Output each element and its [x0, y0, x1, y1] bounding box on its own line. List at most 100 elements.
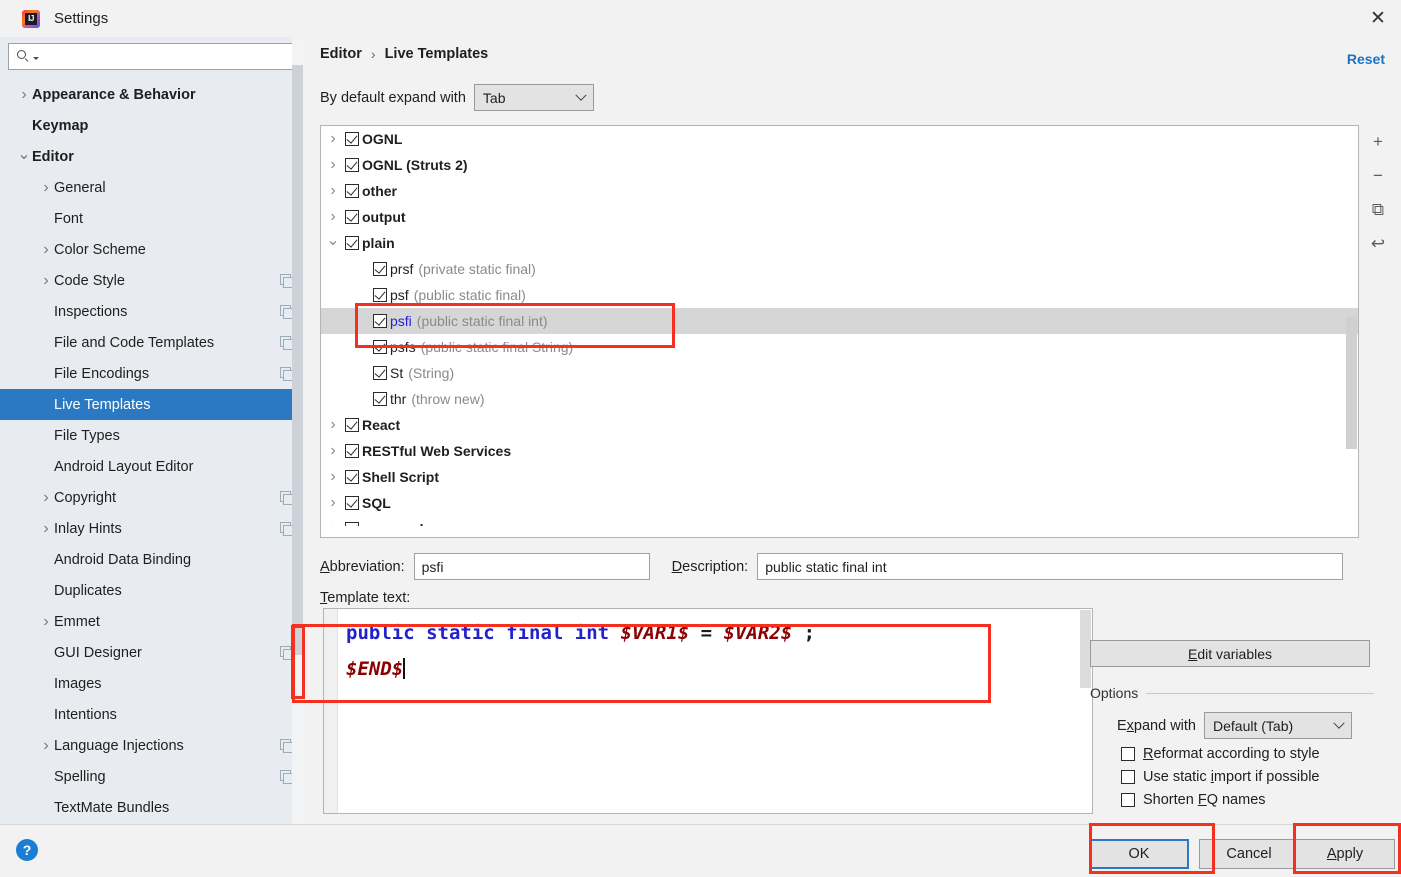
chevron-right-icon[interactable]: ›	[321, 130, 345, 148]
chevron-right-icon[interactable]: ›	[38, 613, 54, 631]
tree-checkbox[interactable]	[373, 314, 387, 328]
tree-checkbox[interactable]	[345, 496, 359, 510]
tree-checkbox[interactable]	[345, 470, 359, 484]
chevron-right-icon[interactable]: ›	[38, 272, 54, 290]
tree-row[interactable]: › Shell Script	[321, 464, 1358, 490]
tree-row[interactable]: St (String)	[321, 360, 1358, 386]
ok-button[interactable]: OK	[1089, 839, 1189, 869]
tree-row[interactable]: › output	[321, 204, 1358, 230]
sidebar-item-images[interactable]: Images	[0, 668, 303, 699]
sidebar-scrollbar-thumb[interactable]	[292, 65, 303, 655]
chevron-right-icon[interactable]: ›	[16, 86, 32, 104]
tree-row[interactable]: › OGNL	[321, 126, 1358, 152]
cancel-button[interactable]: Cancel	[1199, 839, 1299, 869]
sidebar-item-color-scheme[interactable]: › Color Scheme	[0, 234, 303, 265]
edit-variables-button[interactable]: Edit variables	[1090, 640, 1370, 667]
sidebar-item-spelling[interactable]: Spelling	[0, 761, 303, 792]
sidebar-item-inspections[interactable]: Inspections	[0, 296, 303, 327]
tree-row[interactable]: › OGNL (Struts 2)	[321, 152, 1358, 178]
option-checkbox[interactable]	[1121, 770, 1135, 784]
chevron-right-icon[interactable]: ›	[321, 416, 345, 434]
tree-row[interactable]: psfi (public static final int)	[321, 308, 1358, 334]
tree-checkbox[interactable]	[345, 158, 359, 172]
chevron-right-icon[interactable]: ›	[321, 156, 345, 174]
sidebar-item-appearance-behavior[interactable]: › Appearance & Behavior	[0, 79, 303, 110]
tree-row[interactable]: thr (throw new)	[321, 386, 1358, 412]
sidebar-item-file-encodings[interactable]: File Encodings	[0, 358, 303, 389]
restore-defaults-button[interactable]: ↩	[1363, 227, 1393, 261]
tree-row[interactable]: psfs (public static final String)	[321, 334, 1358, 360]
sidebar-item-file-types[interactable]: File Types	[0, 420, 303, 451]
tree-checkbox[interactable]	[373, 262, 387, 276]
tree-checkbox[interactable]	[373, 288, 387, 302]
sidebar-item-editor[interactable]: ⌄ Editor	[0, 141, 303, 172]
abbreviation-input[interactable]: psfi	[413, 553, 650, 580]
option-checkbox-row[interactable]: Reformat according to style	[1090, 746, 1374, 762]
sidebar-item-font[interactable]: Font	[0, 203, 303, 234]
tree-row[interactable]: › SQL	[321, 490, 1358, 516]
sidebar-item-android-data-binding[interactable]: Android Data Binding	[0, 544, 303, 575]
sidebar-item-duplicates[interactable]: Duplicates	[0, 575, 303, 606]
chevron-right-icon[interactable]: ›	[38, 179, 54, 197]
sidebar-item-intentions[interactable]: Intentions	[0, 699, 303, 730]
tree-checkbox[interactable]	[345, 418, 359, 432]
tree-horizontal-scrollbar[interactable]	[322, 526, 1348, 536]
template-code[interactable]: public static final int $VAR1$ = $VAR2$ …	[346, 615, 1070, 687]
tree-row[interactable]: ⌄ plain	[321, 230, 1358, 256]
tree-checkbox[interactable]	[345, 184, 359, 198]
chevron-right-icon[interactable]: ›	[321, 208, 345, 226]
tree-checkbox[interactable]	[345, 132, 359, 146]
description-input[interactable]: public static final int	[757, 553, 1344, 580]
expand-with-select[interactable]: Default (Tab)	[1204, 712, 1352, 739]
duplicate-template-button[interactable]: ⧉	[1363, 193, 1393, 227]
search-input[interactable]	[39, 45, 294, 68]
tree-scrollbar-thumb[interactable]	[1346, 317, 1357, 449]
template-text-editor[interactable]: public static final int $VAR1$ = $VAR2$ …	[323, 608, 1093, 814]
sidebar-item-file-and-code-templates[interactable]: File and Code Templates	[0, 327, 303, 358]
chevron-right-icon[interactable]: ›	[38, 489, 54, 507]
sidebar-item-language-injections[interactable]: › Language Injections	[0, 730, 303, 761]
option-checkbox-row[interactable]: Shorten FQ names	[1090, 792, 1374, 808]
sidebar-item-android-layout-editor[interactable]: Android Layout Editor	[0, 451, 303, 482]
close-icon[interactable]: ✕	[1355, 0, 1401, 37]
sidebar-item-textmate-bundles[interactable]: TextMate Bundles	[0, 792, 303, 823]
sidebar-item-inlay-hints[interactable]: › Inlay Hints	[0, 513, 303, 544]
tree-row[interactable]: › other	[321, 178, 1358, 204]
chevron-down-icon[interactable]: ⌄	[321, 230, 345, 250]
sidebar-item-gui-designer[interactable]: GUI Designer	[0, 637, 303, 668]
tree-checkbox[interactable]	[345, 236, 359, 250]
chevron-right-icon[interactable]: ›	[38, 737, 54, 755]
tree-checkbox[interactable]	[373, 366, 387, 380]
sidebar-item-live-templates[interactable]: Live Templates	[0, 389, 303, 420]
chevron-right-icon[interactable]: ›	[321, 468, 345, 486]
apply-button[interactable]: Apply	[1295, 839, 1395, 869]
tree-checkbox[interactable]	[373, 392, 387, 406]
sidebar-item-keymap[interactable]: Keymap	[0, 110, 303, 141]
chevron-right-icon[interactable]: ›	[38, 241, 54, 259]
live-templates-tree[interactable]: › OGNL › OGNL (Struts 2) › other › output ⌄ plain…	[320, 125, 1359, 538]
option-checkbox[interactable]	[1121, 793, 1135, 807]
breadcrumb-root[interactable]: Editor	[320, 46, 362, 62]
tree-row[interactable]: psf (public static final)	[321, 282, 1358, 308]
add-template-button[interactable]: +	[1363, 125, 1393, 159]
tree-checkbox[interactable]	[345, 444, 359, 458]
option-checkbox[interactable]	[1121, 747, 1135, 761]
sidebar-item-copyright[interactable]: › Copyright	[0, 482, 303, 513]
search-box[interactable]	[8, 43, 295, 70]
tree-row[interactable]: › React	[321, 412, 1358, 438]
sidebar-item-general[interactable]: › General	[0, 172, 303, 203]
tree-checkbox[interactable]	[373, 340, 387, 354]
chevron-right-icon[interactable]: ›	[321, 494, 345, 512]
tree-checkbox[interactable]	[345, 210, 359, 224]
tree-row[interactable]: prsf (private static final)	[321, 256, 1358, 282]
tree-row[interactable]: › RESTful Web Services	[321, 438, 1358, 464]
chevron-right-icon[interactable]: ›	[321, 182, 345, 200]
remove-template-button[interactable]: −	[1363, 159, 1393, 193]
chevron-right-icon[interactable]: ›	[38, 520, 54, 538]
reset-link[interactable]: Reset	[1347, 51, 1385, 67]
help-icon[interactable]: ?	[16, 839, 38, 861]
chevron-down-icon[interactable]: ⌄	[16, 144, 32, 164]
sidebar-scrollbar-track[interactable]	[292, 37, 303, 824]
sidebar-item-code-style[interactable]: › Code Style	[0, 265, 303, 296]
option-checkbox-row[interactable]: Use static import if possible	[1090, 769, 1374, 785]
